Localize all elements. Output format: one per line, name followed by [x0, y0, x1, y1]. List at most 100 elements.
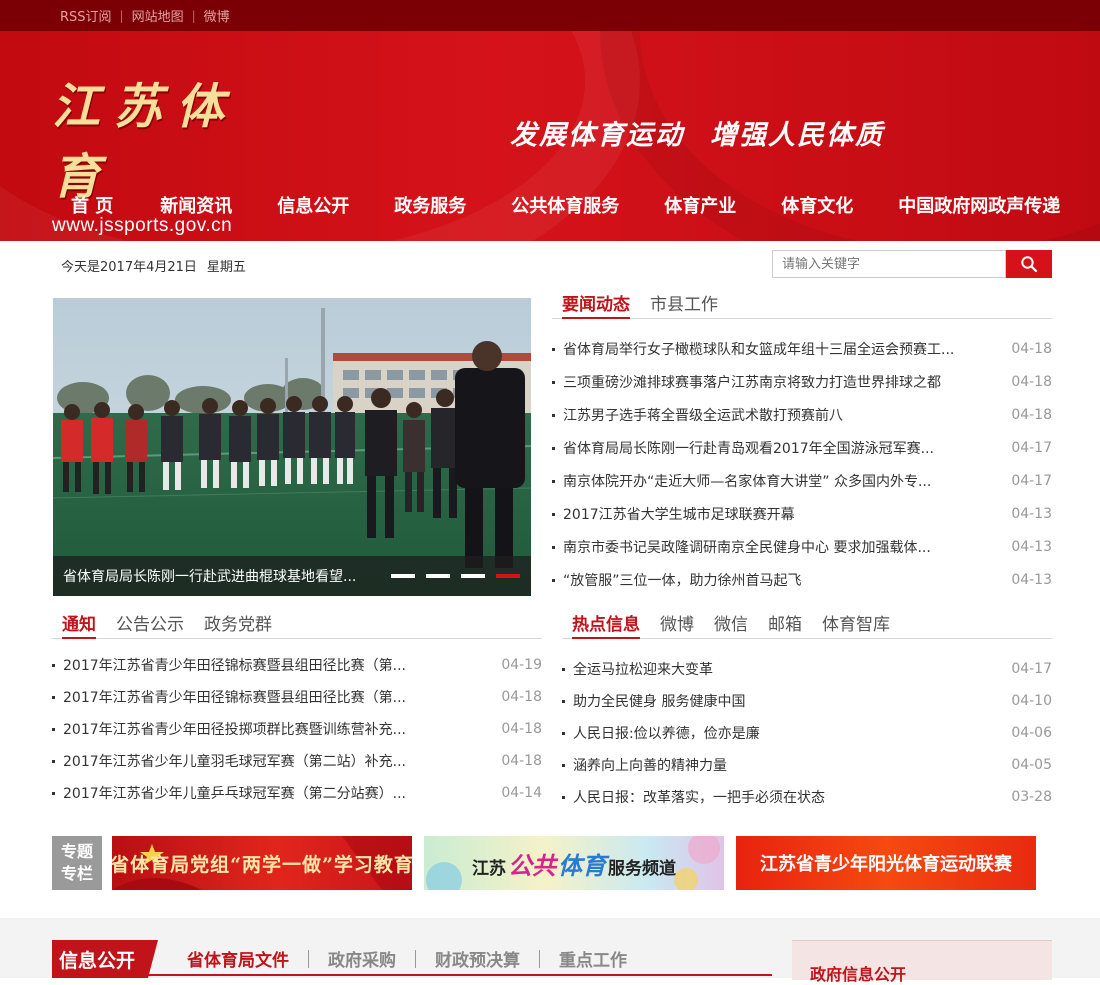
- news-title: 省体育局举行女子橄榄球队和女篮成年组十三届全运会预赛工...: [563, 341, 955, 358]
- notice-title: 2017年江苏省少年儿童羽毛球冠军赛（第二站）补充...: [63, 754, 406, 770]
- news-date: 04-13: [1011, 538, 1052, 555]
- news-title: 南京体院开办“走近大师—名家体育大讲堂” 众多国内外专...: [563, 473, 932, 490]
- notice-list: 2017年江苏省青少年田径锦标赛暨县组田径比赛（第... 04-19 2017年江…: [52, 649, 542, 809]
- news-title: “放管服”三位一体，助力徐州首马起飞: [563, 572, 802, 589]
- nav-public-sports[interactable]: 公共体育服务: [511, 192, 619, 218]
- banner-text: 省体育局党组“两学一做”学习教育: [112, 853, 412, 876]
- weibo-link[interactable]: 微博: [204, 6, 230, 25]
- tag-line-1: 专题: [60, 842, 93, 861]
- banner-two-studies-one-action[interactable]: 省体育局党组“两学一做”学习教育: [112, 836, 412, 890]
- tab-party-affairs[interactable]: 政务党群: [204, 610, 272, 638]
- search-button[interactable]: [1006, 250, 1052, 278]
- special-topics: 专题 专栏 省体育局党组“两学一做”学习教育 江苏公共体育 服务频道 江苏省青少年…: [52, 836, 1036, 890]
- list-item[interactable]: 人民日报：改革落实，一把手必须在状态 03-28: [562, 781, 1052, 813]
- site-logo[interactable]: 江苏体育 www.jssports.gov.cn: [52, 67, 282, 236]
- tab-mailbox[interactable]: 邮箱: [768, 610, 802, 638]
- tab-bureau-documents[interactable]: 省体育局文件: [187, 946, 289, 971]
- list-item[interactable]: 三项重磅沙滩排球赛事落户江苏南京将致力打造世界排球之都 04-18: [552, 365, 1052, 398]
- list-item[interactable]: 2017年江苏省少年儿童乒乓球冠军赛（第二分站赛）... 04-14: [52, 777, 542, 809]
- news-date: 04-13: [1011, 505, 1052, 522]
- tab-notices[interactable]: 通知: [62, 610, 96, 639]
- list-item[interactable]: 江苏男子选手蒋全晋级全运武术散打预赛前八 04-18: [552, 398, 1052, 431]
- tab-headline-news[interactable]: 要闻动态: [562, 290, 630, 319]
- nav-sports-industry[interactable]: 体育产业: [664, 192, 736, 218]
- list-item[interactable]: 南京市委书记吴政隆调研南京全民健身中心 要求加强载体... 04-13: [552, 530, 1052, 563]
- notice-title: 2017年江苏省少年儿童乒乓球冠军赛（第二分站赛）...: [63, 786, 406, 802]
- list-item[interactable]: 2017年江苏省青少年田径锦标赛暨县组田径比赛（第... 04-18: [52, 681, 542, 713]
- search-input[interactable]: [772, 250, 1006, 278]
- tab-weibo[interactable]: 微博: [660, 610, 694, 638]
- tab-announcements[interactable]: 公告公示: [116, 610, 184, 638]
- list-item[interactable]: 助力全民健身 服务健康中国 04-10: [562, 685, 1052, 717]
- divider: [539, 949, 540, 968]
- list-item[interactable]: 全运马拉松迎来大变革 04-17: [562, 653, 1052, 685]
- info-disclosure-section: 信息公开 省体育局文件 政府采购 财政预决算 重点工作 政府信息公开: [0, 918, 1100, 984]
- tab-hot-info[interactable]: 热点信息: [572, 610, 640, 639]
- notice-date: 04-14: [501, 785, 542, 801]
- slider-dot[interactable]: [391, 574, 415, 578]
- news-tabs: 要闻动态 市县工作: [552, 292, 1052, 319]
- news-title: 三项重磅沙滩排球赛事落户江苏南京将致力打造世界排球之都: [563, 374, 941, 391]
- slider-photo: [53, 298, 531, 596]
- hot-date: 04-10: [1011, 693, 1052, 709]
- gov-info-title[interactable]: 政府信息公开: [810, 961, 906, 985]
- list-item[interactable]: 2017年江苏省少年儿童羽毛球冠军赛（第二站）补充... 04-18: [52, 745, 542, 777]
- notice-panel: 通知 公告公示 政务党群 2017年江苏省青少年田径锦标赛暨县组田径比赛（第..…: [52, 612, 542, 809]
- divider: [308, 949, 309, 968]
- hot-title: 人民日报:俭以养德，俭亦是廉: [573, 726, 760, 742]
- tab-city-county-work[interactable]: 市县工作: [650, 290, 718, 318]
- list-item[interactable]: “放管服”三位一体，助力徐州首马起飞 04-13: [552, 563, 1052, 596]
- top-utility-bar: RSS订阅 | 网站地图 | 微博: [0, 0, 1100, 31]
- tab-sports-think-tank[interactable]: 体育智库: [822, 610, 890, 638]
- list-item[interactable]: 2017江苏省大学生城市足球联赛开幕 04-13: [552, 497, 1052, 530]
- search-icon: [1021, 256, 1038, 273]
- date-text: 今天是2017年4月21日: [61, 260, 197, 275]
- news-date: 04-18: [1011, 406, 1052, 423]
- list-item[interactable]: 省体育局局长陈刚一行赴青岛观看2017年全国游泳冠军赛... 04-17: [552, 431, 1052, 464]
- weekday-text: 星期五: [206, 260, 246, 275]
- rss-link[interactable]: RSS订阅: [60, 6, 112, 25]
- slider-dot[interactable]: [461, 574, 485, 578]
- notice-tabs: 通知 公告公示 政务党群: [52, 612, 542, 639]
- tab-wechat[interactable]: 微信: [714, 610, 748, 638]
- banner-youth-sunshine-league[interactable]: 江苏省青少年阳光体育运动联赛: [736, 836, 1036, 890]
- slider-caption-bar: 省体育局局长陈刚一行赴武进曲棍球基地看望...: [53, 556, 531, 596]
- slider-dot[interactable]: [426, 574, 450, 578]
- main-nav: 首 页 新闻资讯 信息公开 政务服务 公共体育服务 体育产业 体育文化 中国政府…: [50, 191, 1060, 219]
- notice-title: 2017年江苏省青少年田径锦标赛暨县组田径比赛（第...: [63, 658, 406, 674]
- sitemap-link[interactable]: 网站地图: [132, 6, 184, 25]
- banner-text-big-2: 体育: [558, 850, 606, 880]
- nav-gov-voice[interactable]: 中国政府网政声传递: [898, 192, 1060, 218]
- nav-info-disclosure[interactable]: 信息公开: [277, 192, 349, 218]
- hot-title: 人民日报：改革落实，一把手必须在状态: [573, 790, 825, 806]
- tab-gov-procurement[interactable]: 政府采购: [328, 946, 396, 971]
- list-item[interactable]: 2017年江苏省青少年田径锦标赛暨县组田径比赛（第... 04-19: [52, 649, 542, 681]
- nav-home[interactable]: 首 页: [71, 192, 113, 218]
- list-item[interactable]: 涵养向上向善的精神力量 04-05: [562, 749, 1052, 781]
- notice-date: 04-18: [501, 721, 542, 737]
- banner-text-post: 服务频道: [608, 858, 676, 879]
- news-date: 04-18: [1011, 373, 1052, 390]
- slider-dot-active[interactable]: [496, 574, 520, 578]
- hot-title: 助力全民健身 服务健康中国: [573, 694, 746, 710]
- photo-slider[interactable]: 省体育局局长陈刚一行赴武进曲棍球基地看望...: [53, 298, 531, 596]
- list-item[interactable]: 2017年江苏省青少年田径投掷项群比赛暨训练营补充... 04-18: [52, 713, 542, 745]
- list-item[interactable]: 南京体院开办“走近大师—名家体育大讲堂” 众多国内外专... 04-17: [552, 464, 1052, 497]
- notice-date: 04-18: [501, 753, 542, 769]
- banner-public-sports-channel[interactable]: 江苏公共体育 服务频道: [424, 836, 724, 890]
- list-item[interactable]: 省体育局举行女子橄榄球队和女篮成年组十三届全运会预赛工... 04-18: [552, 332, 1052, 365]
- slogan-part-2: 增强人民体质: [710, 120, 884, 151]
- tag-line-2: 专栏: [60, 864, 93, 883]
- notice-title: 2017年江苏省青少年田径投掷项群比赛暨训练营补充...: [63, 722, 406, 738]
- tab-key-work[interactable]: 重点工作: [559, 946, 627, 971]
- slider-caption[interactable]: 省体育局局长陈刚一行赴武进曲棍球基地看望...: [63, 566, 379, 586]
- nav-sports-culture[interactable]: 体育文化: [781, 192, 853, 218]
- news-list: 省体育局举行女子橄榄球队和女篮成年组十三届全运会预赛工... 04-18 三项重磅…: [552, 332, 1052, 596]
- nav-news[interactable]: 新闻资讯: [160, 192, 232, 218]
- gov-info-box: 政府信息公开: [792, 940, 1052, 984]
- tab-budget[interactable]: 财政预决算: [435, 946, 520, 971]
- list-item[interactable]: 人民日报:俭以养德，俭亦是廉 04-06: [562, 717, 1052, 749]
- divider: |: [119, 8, 124, 23]
- nav-gov-services[interactable]: 政务服务: [394, 192, 466, 218]
- banner-text-big-1: 公共: [508, 850, 556, 880]
